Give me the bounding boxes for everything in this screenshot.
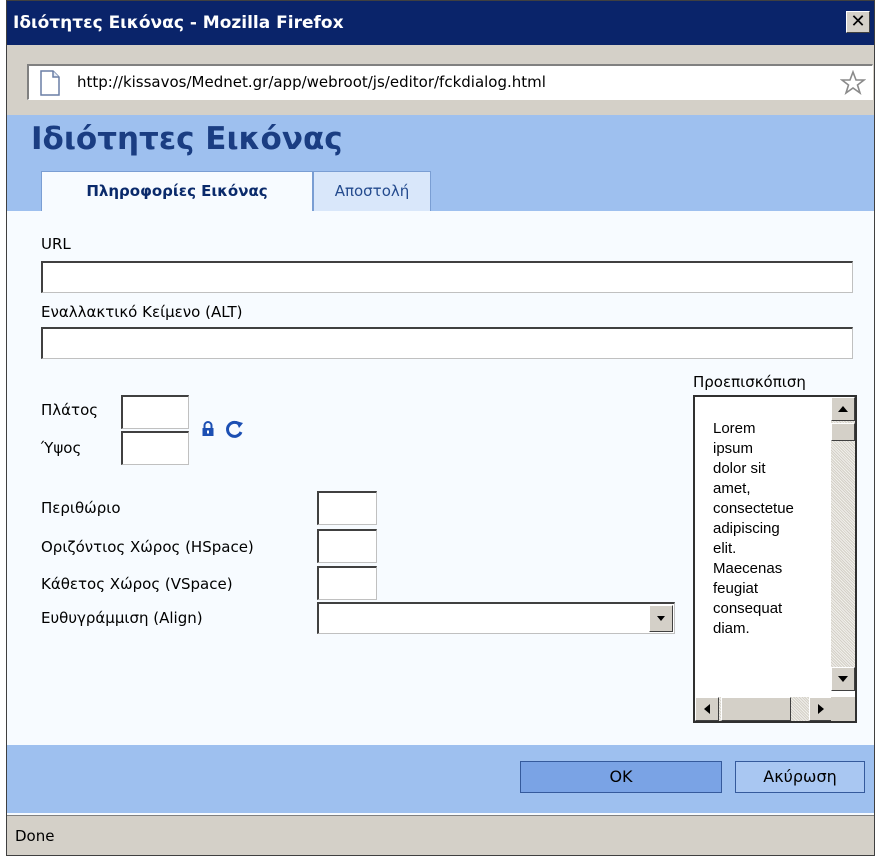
preview-line: elit.	[713, 540, 737, 557]
alt-input[interactable]	[41, 327, 853, 359]
preview-line: Lorem	[713, 420, 756, 437]
scroll-right-button[interactable]	[809, 697, 833, 721]
width-label: Πλάτος	[41, 401, 99, 419]
scroll-down-button[interactable]	[831, 667, 855, 691]
horizontal-scrollbar[interactable]	[695, 697, 833, 721]
ok-button[interactable]: OK	[520, 761, 722, 793]
dialog-footer: OK Ακύρωση	[7, 745, 874, 813]
hspace-label: Οριζόντιος Χώρος (HSpace)	[41, 538, 254, 556]
url-input[interactable]	[41, 261, 853, 293]
vspace-input[interactable]	[317, 566, 377, 600]
arrow-up-icon	[838, 406, 848, 412]
image-properties-dialog: Ιδιότητες Εικόνας Πληροφορίες Εικόνας Απ…	[7, 115, 874, 815]
preview-line: feugiat	[713, 580, 759, 597]
page-icon	[40, 70, 60, 96]
arrow-down-icon	[838, 676, 848, 682]
border-input[interactable]	[317, 491, 377, 525]
width-input[interactable]	[121, 395, 189, 429]
align-select[interactable]	[317, 602, 675, 634]
reset-size-icon[interactable]	[225, 419, 245, 439]
url-label: URL	[41, 235, 71, 253]
preview-line: consequat	[713, 600, 783, 617]
border-label: Περιθώριο	[41, 499, 121, 517]
close-button[interactable]: ✕	[846, 11, 870, 33]
vspace-label: Κάθετος Χώρος (VSpace)	[41, 575, 233, 593]
title-bar[interactable]: Ιδιότητες Εικόνας - Mozilla Firefox ✕	[7, 1, 874, 45]
preview-line: ipsum	[713, 440, 754, 457]
tab-image-info[interactable]: Πληροφορίες Εικόνας	[41, 171, 313, 211]
url-text: http://kissavos/Mednet.gr/app/webroot/js…	[77, 73, 546, 91]
arrow-right-icon	[818, 704, 824, 714]
dialog-header: Ιδιότητες Εικόνας Πληροφορίες Εικόνας Απ…	[7, 115, 874, 211]
preview-pane[interactable]: Lorem ipsum dolor sit amet, consectetue …	[693, 395, 857, 723]
preview-line: dolor sit	[713, 460, 766, 477]
align-label: Ευθυγράμμιση (Align)	[41, 609, 203, 627]
star-icon[interactable]	[840, 70, 866, 96]
status-bar: Done	[7, 815, 874, 855]
cancel-button[interactable]: Ακύρωση	[735, 761, 865, 793]
scroll-up-button[interactable]	[831, 397, 855, 421]
scroll-thumb[interactable]	[831, 423, 855, 441]
h-scroll-thumb[interactable]	[721, 697, 791, 721]
preview-line: amet,	[713, 480, 751, 497]
arrow-left-icon	[704, 704, 710, 714]
tab-upload[interactable]: Αποστολή	[313, 171, 431, 211]
window-title: Ιδιότητες Εικόνας - Mozilla Firefox	[13, 13, 344, 33]
height-input[interactable]	[121, 431, 189, 465]
scroll-corner	[831, 697, 855, 721]
alt-label: Εναλλακτικό Κείμενο (ALT)	[41, 303, 243, 321]
preview-line: consectetue	[713, 500, 794, 517]
dialog-title: Ιδιότητες Εικόνας	[31, 121, 343, 157]
hspace-input[interactable]	[317, 529, 377, 563]
vertical-scrollbar[interactable]	[831, 397, 855, 691]
chevron-down-icon[interactable]	[649, 605, 673, 632]
preview-line: adipiscing	[713, 520, 780, 537]
browser-window: Ιδιότητες Εικόνας - Mozilla Firefox ✕ ht…	[6, 0, 875, 856]
scroll-left-button[interactable]	[695, 697, 719, 721]
preview-line: Maecenas	[713, 560, 783, 577]
height-label: Ύψος	[41, 439, 82, 457]
close-icon: ✕	[850, 11, 866, 32]
preview-text: Lorem ipsum dolor sit amet, consectetue …	[713, 419, 833, 639]
status-text: Done	[15, 827, 55, 845]
preview-line: diam.	[713, 620, 750, 637]
address-bar: http://kissavos/Mednet.gr/app/webroot/js…	[7, 45, 874, 115]
preview-label: Προεπισκόπιση	[693, 373, 806, 391]
url-field[interactable]: http://kissavos/Mednet.gr/app/webroot/js…	[27, 64, 873, 100]
lock-icon[interactable]	[201, 421, 215, 437]
